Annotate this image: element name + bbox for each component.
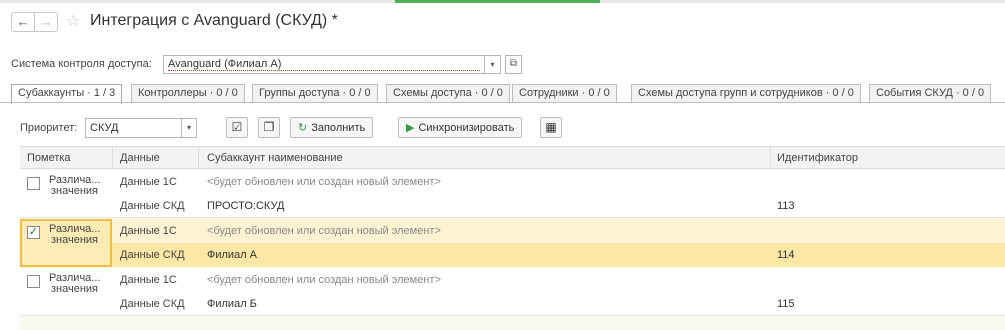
data-cell: Данные 1С [120, 176, 177, 188]
mark-cell[interactable]: Различа... значения [20, 170, 112, 218]
data-cell: Данные СКД [120, 249, 185, 261]
mark-cell[interactable]: ✓ Различа... значения [20, 219, 112, 267]
tab-access-groups[interactable]: Группы доступа · 0 / 0 [252, 84, 378, 103]
fill-label: Заполнить [311, 122, 366, 134]
name-cell: Филиал Б [207, 298, 257, 310]
id-cell: 113 [777, 200, 795, 212]
tabs-divider [0, 102, 1005, 103]
subrow-skd[interactable]: Данные СКД Филиал А 114 [112, 243, 1005, 267]
chevron-down-icon: ▾ [186, 123, 191, 132]
tabs-bar: Субаккаунты · 1 / 3 Контроллеры · 0 / 0 … [11, 84, 1005, 104]
arrow-right-icon: → [39, 14, 53, 29]
refresh-icon: ↻ [298, 122, 308, 134]
mark-text-line: значения [51, 185, 99, 197]
mark-text-line: значения [51, 234, 99, 246]
open-link-icon: ⧉ [509, 58, 518, 69]
arrow-left-icon: ← [16, 14, 30, 29]
check-all-icon: ☑ [231, 120, 243, 134]
subrow-skd[interactable]: Данные СКД Филиал Б 115 [112, 292, 1005, 316]
header-separator [770, 147, 771, 169]
header-separator [198, 147, 199, 169]
mark-cell[interactable]: Различа... значения [20, 268, 112, 316]
data-cell: Данные СКД [120, 298, 185, 310]
mark-text: Различа... значения [49, 175, 105, 197]
subaccounts-table: Пометка Данные Субаккаунт наименование И… [20, 146, 1005, 330]
forward-button[interactable]: → [34, 12, 58, 32]
back-button[interactable]: ← [11, 12, 35, 32]
table-settings-icon: ▦ [545, 120, 557, 134]
uncheck-all-icon: ❐ [263, 120, 275, 134]
tab-subaccounts[interactable]: Субаккаунты · 1 / 3 [11, 84, 123, 104]
subrow-skd[interactable]: Данные СКД ПРОСТО:СКУД 113 [112, 194, 1005, 218]
subrow-1c[interactable]: Данные 1С <будет обновлен или создан нов… [112, 268, 1005, 292]
system-label: Система контроля доступа: [11, 58, 152, 70]
tab-skud-events[interactable]: События СКУД · 0 / 0 [869, 84, 992, 103]
sync-label: Синхронизировать [418, 122, 515, 134]
system-dropdown-button[interactable]: ▾ [484, 55, 501, 74]
name-cell: ПРОСТО:СКУД [207, 200, 285, 212]
mark-checkbox[interactable]: ✓ [27, 226, 40, 239]
mark-checkbox[interactable] [27, 275, 40, 288]
checkmark-icon: ✓ [28, 226, 39, 238]
table-header: Пометка Данные Субаккаунт наименование И… [20, 146, 1005, 169]
mark-text-line: значения [51, 283, 99, 295]
page-title: Интеграция с Avanguard (СКУД) * [90, 12, 338, 29]
uncheck-all-button[interactable]: ❐ [258, 117, 280, 138]
title-bar: ← → ☆ Интеграция с Avanguard (СКУД) * [0, 8, 1005, 34]
table-row[interactable]: Различа... значения Данные 1С <будет обно… [20, 170, 1005, 218]
mark-checkbox[interactable] [27, 177, 40, 190]
subrow-1c[interactable]: Данные 1С <будет обновлен или создан нов… [112, 170, 1005, 194]
header-separator [112, 147, 113, 169]
sync-button[interactable]: ▶ Синхронизировать [398, 117, 523, 138]
settings-button[interactable]: ▦ [540, 117, 562, 138]
fill-button[interactable]: ↻ Заполнить [290, 117, 374, 138]
table-row[interactable]: Различа... значения Данные 1С <будет обно… [20, 268, 1005, 316]
tab-access-schemes[interactable]: Схемы доступа · 0 / 0 [386, 84, 510, 103]
name-cell: Филиал А [207, 249, 257, 261]
play-icon: ▶ [406, 122, 415, 134]
system-open-button[interactable]: ⧉ [505, 55, 522, 74]
data-cell: Данные 1С [120, 225, 177, 237]
name-cell: <будет обновлен или создан новый элемент… [207, 274, 441, 286]
header-name[interactable]: Субаккаунт наименование [207, 152, 343, 164]
header-data[interactable]: Данные [120, 152, 160, 164]
system-field[interactable]: Avanguard (Филиал А) [163, 55, 485, 74]
header-mark[interactable]: Пометка [27, 152, 71, 164]
mark-text: Различа... значения [49, 273, 105, 295]
id-cell: 114 [777, 249, 795, 261]
name-cell: <будет обновлен или создан новый элемент… [207, 225, 441, 237]
check-all-button[interactable]: ☑ [226, 117, 248, 138]
top-strip [0, 0, 1005, 3]
tab-group-employee-schemes[interactable]: Схемы доступа групп и сотрудников · 0 / … [631, 84, 861, 103]
name-cell: <будет обновлен или создан новый элемент… [207, 176, 441, 188]
tab-employees[interactable]: Сотрудники · 0 / 0 [512, 84, 617, 103]
priority-field[interactable]: СКУД [85, 118, 182, 138]
tab-controllers[interactable]: Контроллеры · 0 / 0 [131, 84, 245, 103]
subrow-1c[interactable]: Данные 1С <будет обновлен или создан нов… [112, 219, 1005, 243]
data-cell: Данные СКД [120, 200, 185, 212]
priority-label: Приоритет: [20, 122, 78, 134]
chevron-down-icon: ▾ [490, 60, 495, 69]
priority-dropdown-button[interactable]: ▾ [181, 118, 197, 138]
star-icon[interactable]: ☆ [66, 11, 80, 31]
id-cell: 115 [777, 298, 795, 310]
data-cell: Данные 1С [120, 274, 177, 286]
active-tab-indicator [395, 0, 600, 3]
mark-text: Различа... значения [49, 224, 105, 246]
table-row[interactable]: ✓ Различа... значения Данные 1С <будет об… [20, 219, 1005, 267]
header-id[interactable]: Идентификатор [777, 152, 858, 164]
